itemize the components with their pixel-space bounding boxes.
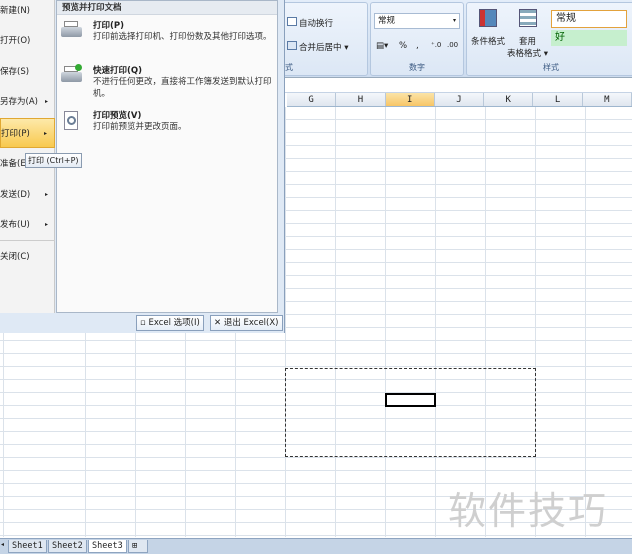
column-header-h[interactable]: H (336, 93, 386, 106)
table-format-label-2[interactable]: 表格格式 ▾ (507, 47, 548, 59)
print-preview-icon (61, 111, 83, 131)
excel-options-button[interactable]: ▫ Excel 选项(I) (136, 315, 204, 331)
column-header-g[interactable]: G (287, 93, 337, 106)
styles-group: 条件格式 套用 表格格式 ▾ 常规 好 样式 (466, 2, 632, 76)
wrap-text-icon (287, 17, 297, 26)
tab-sheet2[interactable]: Sheet2 (48, 540, 87, 553)
number-group: 常规 ▾ ▤▾ % , ⁺.0 .00 数字 (370, 2, 464, 76)
number-group-label: 数字 (409, 63, 425, 72)
tab-scroll-icon[interactable]: ◂ (1, 541, 4, 548)
menu-item-publish[interactable]: 发布(U) ▸ (0, 210, 55, 240)
column-header-l[interactable]: L (533, 93, 583, 106)
merge-center-button[interactable]: 合并后居中 ▾ (299, 41, 348, 53)
ribbon: 自动换行 合并后居中 ▾ 式 常规 ▾ ▤▾ % , ⁺.0 .00 数字 条件格… (280, 0, 632, 78)
quick-print-title: 快速打印(Q) (93, 66, 142, 76)
submenu-arrow-icon: ▸ (44, 221, 48, 228)
menu-divider (0, 240, 55, 241)
table-format-icon (519, 9, 537, 27)
menu-item-print[interactable]: 打印(P) ▸ (0, 118, 55, 148)
tab-sheet1[interactable]: Sheet1 (8, 540, 47, 553)
wrap-text-button[interactable]: 自动换行 (299, 17, 333, 29)
print-preview-title: 打印预览(V) (93, 111, 142, 121)
table-format-label-1[interactable]: 套用 (519, 35, 536, 47)
conditional-format-icon (479, 9, 497, 27)
print-option-title: 打印(P) (93, 21, 124, 31)
menu-item-save[interactable]: 保存(S) (0, 57, 55, 87)
formula-bar[interactable] (280, 78, 632, 93)
print-submenu-title: 预览并打印文档 (57, 1, 277, 15)
quick-print-option[interactable]: 快速打印(Q) 不进行任何更改，直接将工作簿发送到默认打印机。 (61, 64, 275, 104)
percent-button[interactable]: % (399, 41, 407, 51)
submenu-arrow-icon: ▸ (44, 191, 48, 198)
column-header-m[interactable]: M (583, 93, 632, 106)
print-area-marquee (285, 368, 536, 457)
quick-print-desc: 不进行任何更改，直接将工作簿发送到默认打印机。 (93, 77, 272, 99)
conditional-format-button[interactable]: 条件格式 (471, 35, 505, 47)
print-preview-desc: 打印前预览并更改页面。 (93, 122, 187, 132)
menu-item-label: 关闭(C) (0, 252, 30, 262)
menu-item-label: 另存为(A) (0, 97, 38, 107)
print-option-desc: 打印前选择打印机、打印份数及其他打印选项。 (93, 32, 272, 42)
close-icon: ✕ (214, 318, 224, 328)
submenu-arrow-icon: ▸ (43, 130, 47, 137)
menu-item-label: 打开(O) (0, 36, 31, 46)
menu-item-label: 发送(D) (0, 190, 31, 200)
print-option[interactable]: 打印(P) 打印前选择打印机、打印份数及其他打印选项。 (61, 19, 275, 59)
accounting-format-icon[interactable]: ▤▾ (376, 41, 388, 51)
watermark: 软件技巧 (448, 489, 609, 533)
tab-sheet3[interactable]: Sheet3 (88, 540, 127, 553)
style-normal[interactable]: 常规 (551, 10, 627, 28)
column-headers: G H I J K L M (287, 93, 632, 107)
comma-button[interactable]: , (416, 41, 419, 51)
alignment-group: 自动换行 合并后居中 ▾ 式 (282, 2, 368, 76)
menu-item-close[interactable]: 关闭(C) (0, 242, 55, 272)
active-cell[interactable] (385, 393, 436, 407)
print-submenu: 预览并打印文档 打印(P) 打印前选择打印机、打印份数及其他打印选项。 快速打印… (56, 0, 278, 313)
menu-item-save-as[interactable]: 另存为(A) ▸ (0, 87, 55, 117)
submenu-arrow-icon: ▸ (44, 98, 48, 105)
excel-options-label: Excel 选项(I) (148, 318, 200, 328)
menu-item-label: 新建(N) (0, 6, 30, 16)
merge-icon (287, 41, 297, 50)
printer-icon (61, 21, 83, 41)
exit-excel-label: 退出 Excel(X) (223, 318, 279, 328)
menu-item-open[interactable]: 打开(O) (0, 26, 55, 56)
print-preview-option[interactable]: 打印预览(V) 打印前预览并更改页面。 (61, 109, 275, 139)
quick-printer-icon (61, 64, 83, 86)
print-tooltip: 打印 (Ctrl+P) (25, 153, 82, 168)
column-header-k[interactable]: K (484, 93, 534, 106)
sheet-tabs-bar: ◂ Sheet1 Sheet2 Sheet3 ⊞ (0, 538, 632, 554)
styles-group-label: 样式 (543, 63, 559, 72)
menu-item-send[interactable]: 发送(D) ▸ (0, 180, 55, 210)
menu-item-new[interactable]: 新建(N) (0, 0, 55, 26)
menu-item-label: 保存(S) (0, 67, 30, 77)
insert-sheet-icon[interactable]: ⊞ (128, 540, 148, 553)
column-header-i[interactable]: I (385, 93, 435, 106)
number-format-select[interactable]: 常规 ▾ (374, 13, 460, 29)
increase-decimal-icon[interactable]: ⁺.0 (431, 41, 441, 49)
decrease-decimal-icon[interactable]: .00 (447, 41, 458, 49)
column-header-j[interactable]: J (435, 93, 485, 106)
number-format-value: 常规 (378, 16, 396, 26)
style-good[interactable]: 好 (551, 30, 627, 46)
alignment-group-label: 式 (285, 63, 293, 72)
menu-item-label: 发布(U) (0, 220, 30, 230)
menu-item-label: 打印(P) (1, 129, 30, 139)
exit-excel-button[interactable]: ✕ 退出 Excel(X) (210, 315, 283, 331)
